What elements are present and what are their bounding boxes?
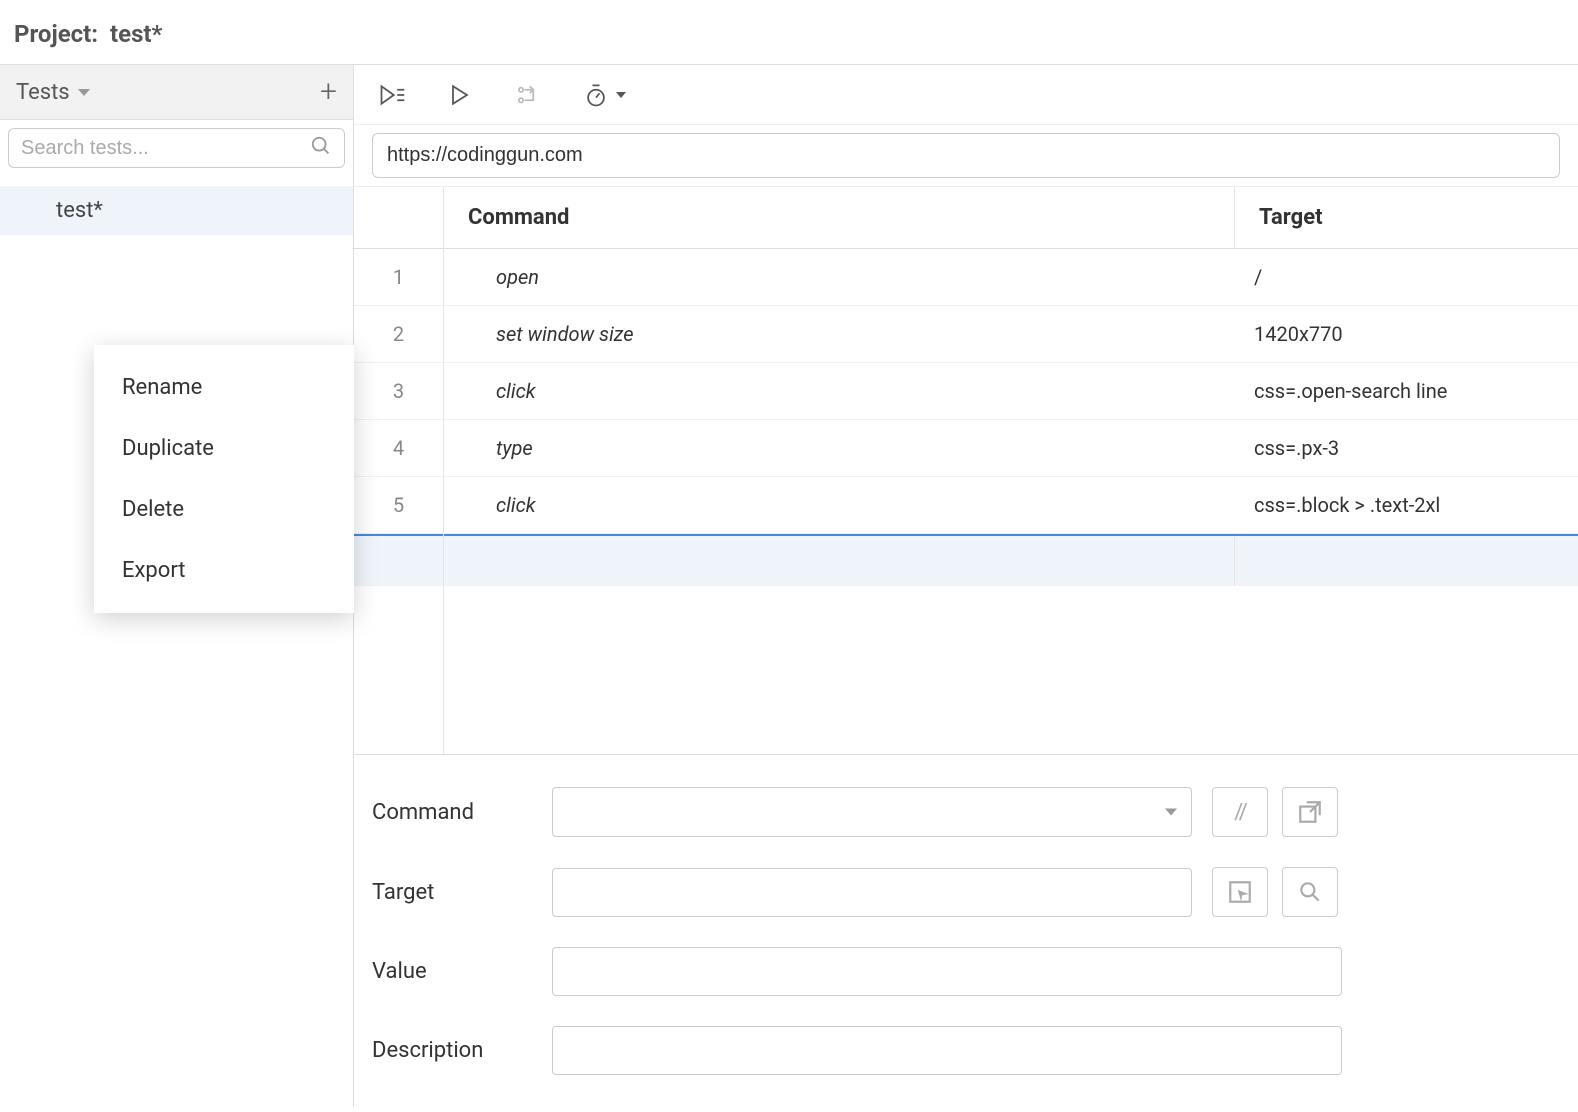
- find-target-button[interactable]: [1282, 867, 1338, 917]
- project-header: Project: test*: [0, 0, 1578, 65]
- command-table: Command Target 1 open / 2 set window siz…: [354, 187, 1578, 754]
- project-name: test*: [110, 20, 162, 48]
- table-row[interactable]: 1 open /: [354, 249, 1578, 306]
- toggle-comment-button[interactable]: //: [1212, 787, 1268, 837]
- context-menu-rename[interactable]: Rename: [94, 357, 354, 418]
- command-detail-panel: Command // Target: [354, 754, 1578, 1107]
- toolbar: [354, 65, 1578, 125]
- detail-description-input[interactable]: [552, 1026, 1342, 1075]
- add-test-button[interactable]: +: [320, 77, 337, 107]
- detail-command-select[interactable]: [552, 787, 1192, 837]
- row-number: 1: [354, 249, 444, 305]
- row-number: 5: [354, 477, 444, 533]
- run-all-button[interactable]: [378, 81, 406, 109]
- select-target-button[interactable]: [1212, 867, 1268, 917]
- step-button[interactable]: [514, 81, 542, 109]
- row-target: 1420x770: [1234, 306, 1578, 362]
- row-command: click: [444, 363, 1234, 419]
- row-command: type: [444, 420, 1234, 476]
- base-url-input[interactable]: [372, 133, 1560, 178]
- project-label: Project:: [14, 20, 98, 48]
- chevron-down-icon: [616, 92, 626, 98]
- tests-dropdown[interactable]: Tests: [16, 80, 90, 105]
- search-icon: [310, 135, 332, 161]
- row-number: 3: [354, 363, 444, 419]
- chevron-down-icon: [78, 89, 90, 96]
- table-row[interactable]: 3 click css=.open-search line: [354, 363, 1578, 420]
- row-target: css=.open-search line: [1234, 363, 1578, 419]
- sidebar: Tests + test* Rename Duplicate Delete Ex…: [0, 65, 354, 1107]
- header-command: Command: [444, 187, 1234, 248]
- context-menu: Rename Duplicate Delete Export: [94, 345, 354, 613]
- row-number: 4: [354, 420, 444, 476]
- table-row[interactable]: 2 set window size 1420x770: [354, 306, 1578, 363]
- search-tests-input[interactable]: [21, 137, 310, 160]
- context-menu-export[interactable]: Export: [94, 540, 354, 601]
- context-menu-delete[interactable]: Delete: [94, 479, 354, 540]
- row-target: /: [1234, 249, 1578, 305]
- table-header: Command Target: [354, 187, 1578, 249]
- detail-value-input[interactable]: [552, 947, 1342, 996]
- row-target: css=.px-3: [1234, 420, 1578, 476]
- row-number: 2: [354, 306, 444, 362]
- main-panel: Command Target 1 open / 2 set window siz…: [354, 65, 1578, 1107]
- test-list: test*: [0, 186, 353, 235]
- row-command: click: [444, 477, 1234, 533]
- sidebar-title-label: Tests: [16, 80, 70, 105]
- row-command: set window size: [444, 306, 1234, 362]
- search-icon: [1297, 879, 1323, 905]
- open-window-icon: [1297, 799, 1323, 825]
- detail-target-label: Target: [372, 880, 532, 905]
- detail-command-label: Command: [372, 800, 532, 825]
- open-new-window-button[interactable]: [1282, 787, 1338, 837]
- test-item[interactable]: test*: [0, 186, 353, 235]
- row-target: css=.block > .text-2xl: [1234, 477, 1578, 533]
- speed-button[interactable]: [582, 81, 626, 109]
- table-row[interactable]: 4 type css=.px-3: [354, 420, 1578, 477]
- context-menu-duplicate[interactable]: Duplicate: [94, 418, 354, 479]
- detail-value-label: Value: [372, 959, 532, 984]
- row-command: open: [444, 249, 1234, 305]
- header-target: Target: [1234, 187, 1578, 248]
- detail-target-input[interactable]: [552, 868, 1192, 917]
- sidebar-header: Tests +: [0, 65, 353, 120]
- table-row[interactable]: 5 click css=.block > .text-2xl: [354, 477, 1578, 534]
- select-target-icon: [1227, 879, 1253, 905]
- detail-description-label: Description: [372, 1038, 532, 1063]
- run-button[interactable]: [446, 81, 474, 109]
- slash-icon: //: [1234, 800, 1246, 825]
- search-tests-input-wrap: [8, 128, 345, 168]
- new-command-row[interactable]: [354, 534, 1578, 586]
